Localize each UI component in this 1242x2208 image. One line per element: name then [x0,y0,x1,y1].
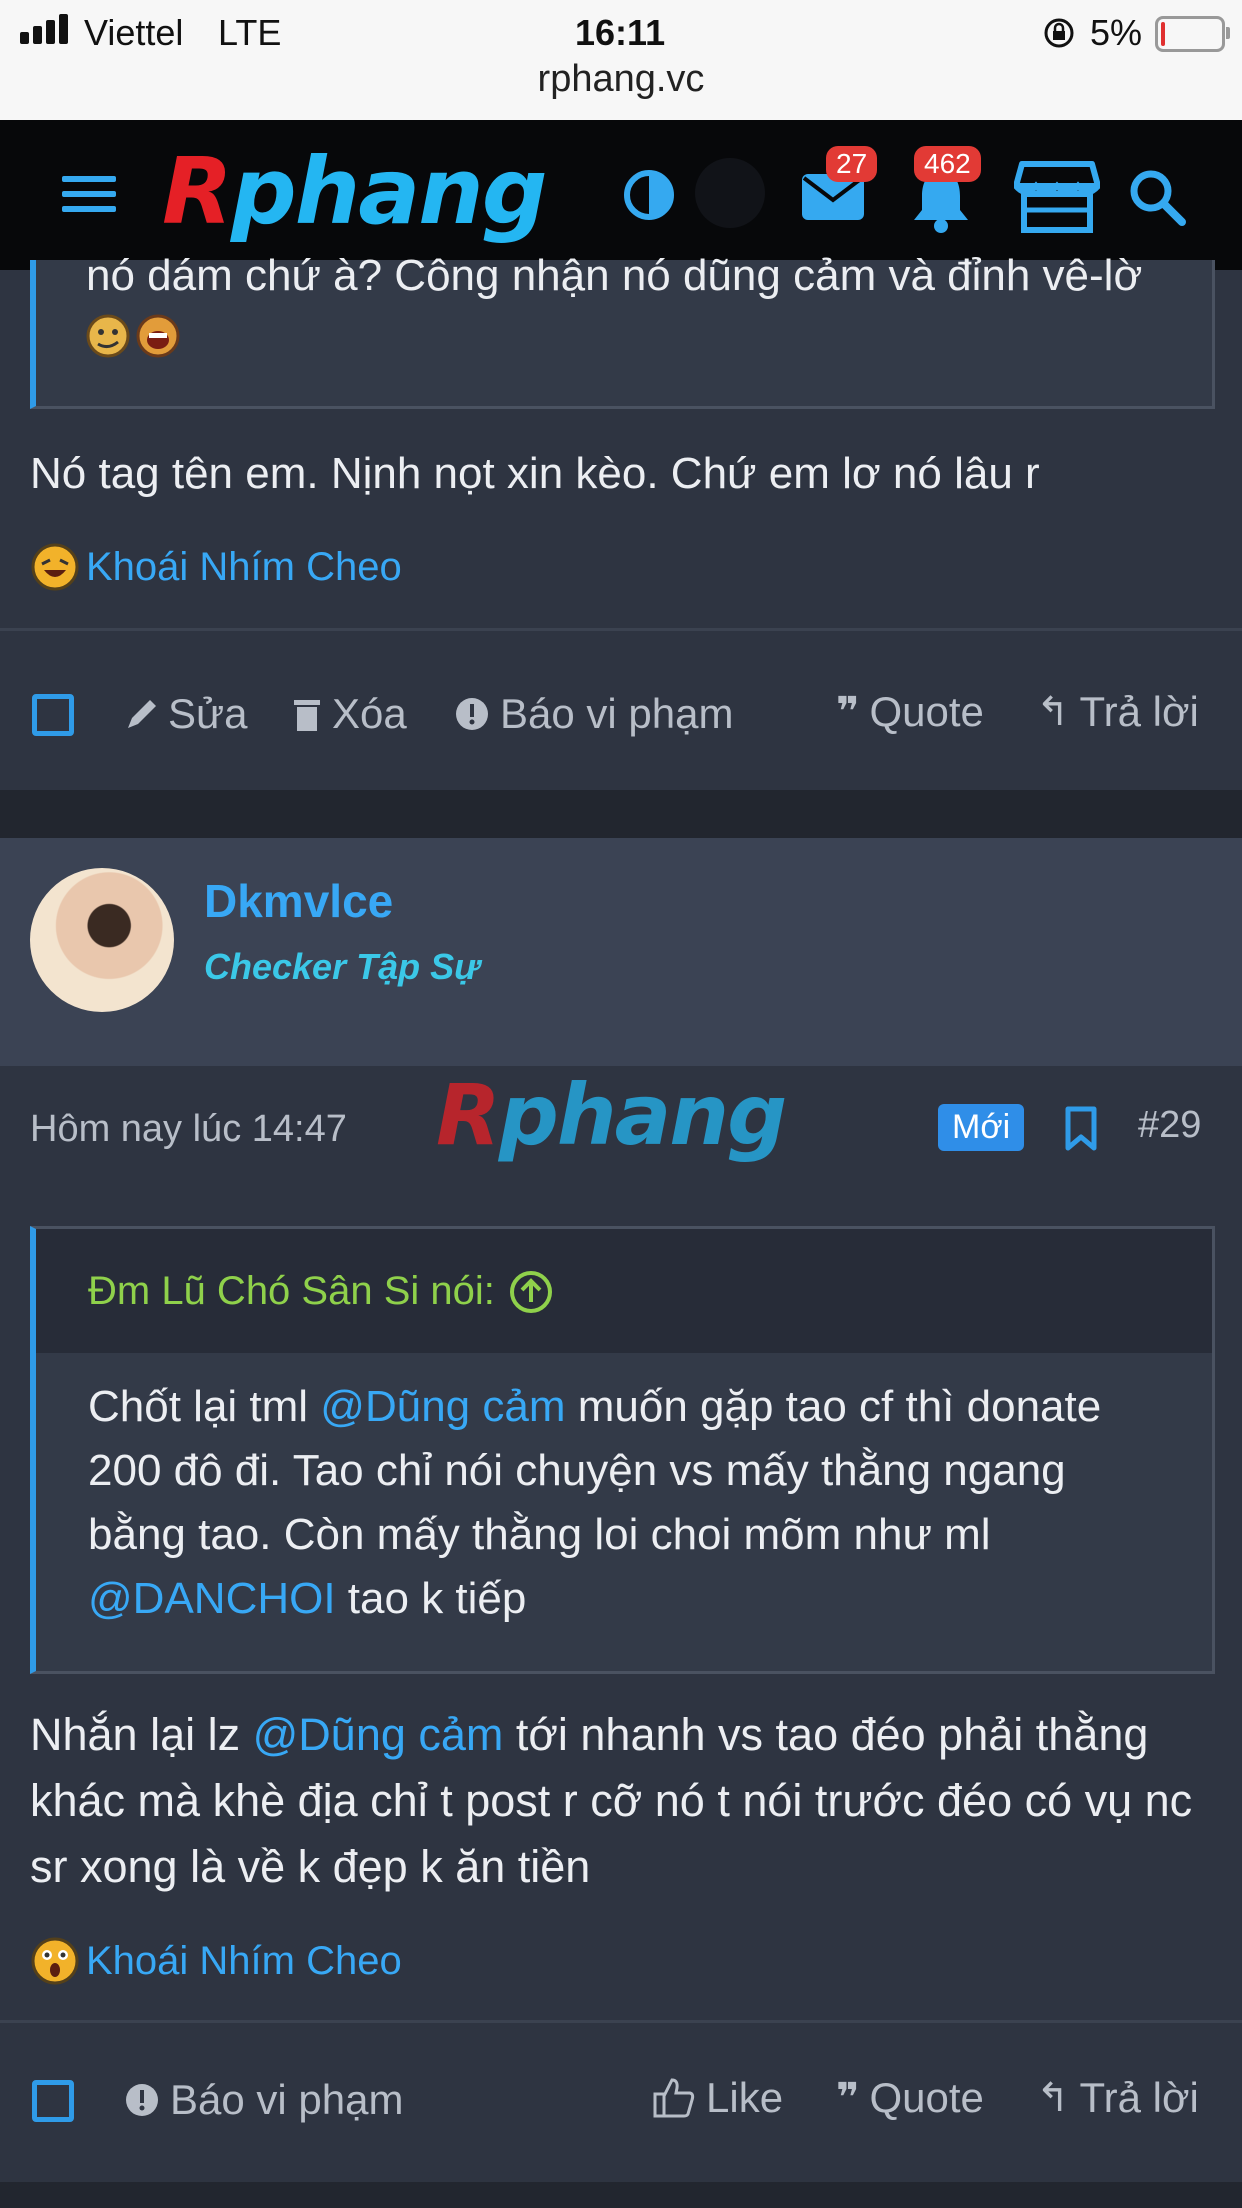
select-checkbox[interactable] [32,694,74,736]
edit-button[interactable]: Sửa [124,690,248,738]
status-bar: Viettel LTE 16:11 5% rphang.vc [0,0,1242,120]
reply-icon: ↰ [1036,690,1070,734]
quote-header[interactable]: Đm Lũ Chó Sân Si nói: [36,1229,1212,1353]
search-icon[interactable] [1128,168,1186,226]
quote-author: Đm Lũ Chó Sân Si nói: [88,1269,495,1313]
mention-link[interactable]: @Dũng cảm [320,1382,565,1431]
post-body: Nhắn lại lz @Dũng cảm tới nhanh vs tao đ… [30,1709,1193,1892]
post-separator [0,2182,1242,2208]
reaction-users-link[interactable]: Khoái Nhím Cheo [86,1939,402,1984]
quote-icon: ❞ [836,2076,860,2120]
reply-button[interactable]: ↰ Trả lời [1036,2074,1199,2122]
report-label: Báo vi phạm [170,2076,404,2123]
reactions-bar[interactable]: Khoái Nhím Cheo [30,542,402,592]
watermark-logo: Rphang [436,1066,787,1164]
quote-button[interactable]: ❞ Quote [836,688,984,736]
report-button[interactable]: Báo vi phạm [124,2076,403,2124]
laugh-reaction-icon [31,543,79,591]
like-label: Like [706,2074,784,2121]
quote-button[interactable]: ❞ Quote [836,2074,984,2122]
post-number[interactable]: #29 [1138,1104,1201,1147]
reply-label: Trả lời [1079,688,1199,735]
clock: 16:11 [575,12,666,53]
delete-label: Xóa [332,690,407,737]
network-label: LTE [218,12,282,53]
post-actions: Báo vi phạm Like ❞ Quote ↰ Trả lời [0,2020,1242,2160]
emoji-icon [86,312,186,367]
post-separator [0,790,1242,838]
alerts-badge: 462 [914,146,981,182]
battery-icon [1155,16,1230,52]
signal-icon [20,14,72,44]
post-timestamp[interactable]: Hôm nay lúc 14:47 [30,1108,347,1151]
quote-text: nó dám chứ à? Công nhận nó dũng cảm và đ… [86,251,1143,300]
pencil-icon [128,700,156,728]
new-badge: Mới [938,1104,1025,1151]
post-actions: Sửa Xóa Báo vi phạm ❞ Quote ↰ Trả lời [0,628,1242,790]
menu-icon[interactable] [62,176,116,221]
battery-percent: 5% [1090,12,1143,53]
alert-icon [456,698,488,730]
avatar-icon[interactable] [695,158,765,228]
reply-icon: ↰ [1036,2076,1070,2120]
user-avatar[interactable] [30,868,174,1012]
mention-link[interactable]: @Dũng cảm [253,1709,504,1760]
bookmark-icon[interactable] [1064,1106,1098,1152]
messages-badge: 27 [826,146,878,182]
post-card: Hôm nay lúc 14:47 Rphang Mới #29 Đm Lũ C… [0,1066,1242,2208]
delete-button[interactable]: Xóa [292,690,407,738]
site-logo[interactable]: Rphang [162,138,548,245]
quote-label: Quote [869,688,984,735]
store-icon[interactable] [1014,160,1100,234]
orientation-lock-icon [1044,18,1074,48]
reply-label: Trả lời [1079,2074,1199,2121]
carrier-label: Viettel [84,12,184,53]
report-button[interactable]: Báo vi phạm [454,690,733,738]
post-user-header: Dkmvlce Checker Tập Sự [0,838,1242,1066]
quote-text: Chốt lại tml @Dũng cảm muốn gặp tao cf t… [88,1382,1102,1623]
post-card: nó dám chứ à? Công nhận nó dũng cảm và đ… [0,251,1242,790]
user-title: Checker Tập Sự [204,946,480,987]
post-body: Nó tag tên em. Nịnh nọt xin kèo. Chứ em … [30,449,1040,498]
quote-icon: ❞ [836,690,860,734]
alert-icon [126,2084,158,2116]
quote-label: Quote [869,2074,984,2121]
username-link[interactable]: Dkmvlce [204,874,393,928]
mention-link[interactable]: @DANCHOI [88,1574,336,1623]
report-label: Báo vi phạm [500,690,734,737]
reaction-users-link[interactable]: Khoái Nhím Cheo [86,545,402,590]
quote-block: Đm Lũ Chó Sân Si nói: Chốt lại tml @Dũng… [30,1226,1215,1674]
arrow-up-circle-icon [509,1270,552,1313]
wow-reaction-icon [31,1937,79,1985]
edit-label: Sửa [168,690,248,737]
like-button[interactable]: Like [652,2074,783,2122]
address-bar-url[interactable]: rphang.vc [0,58,1242,101]
reactions-bar[interactable]: Khoái Nhím Cheo [30,1936,402,1986]
trash-icon [294,700,320,731]
thumbs-up-icon [653,2078,695,2118]
quote-block: nó dám chứ à? Công nhận nó dũng cảm và đ… [30,251,1215,409]
reply-button[interactable]: ↰ Trả lời [1036,688,1199,736]
theme-toggle-icon[interactable] [622,168,676,222]
select-checkbox[interactable] [32,2080,74,2122]
